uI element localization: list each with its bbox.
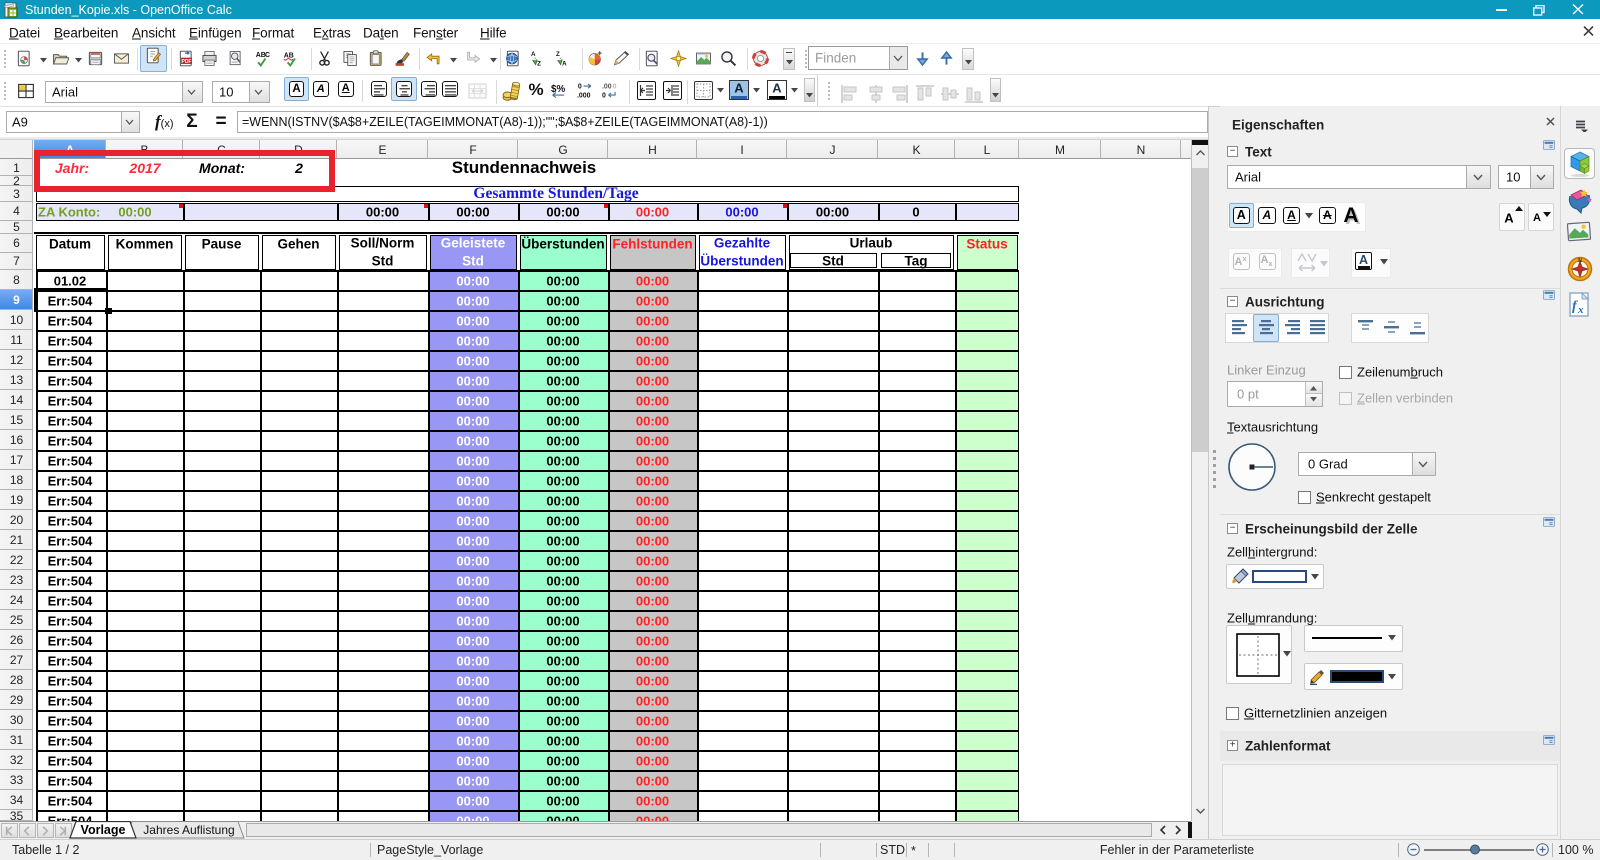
- svg-text:Z: Z: [556, 51, 560, 58]
- svg-text:C: C: [265, 52, 270, 59]
- svg-text:0: 0: [613, 84, 617, 91]
- svg-text:.000: .000: [577, 93, 591, 100]
- svg-text:0: 0: [602, 93, 606, 100]
- svg-text:A: A: [562, 60, 567, 67]
- svg-text:A: A: [531, 51, 536, 58]
- svg-text:N: N: [1578, 258, 1582, 264]
- svg-text:PDF: PDF: [181, 59, 191, 65]
- svg-text:$%: $%: [551, 84, 565, 95]
- svg-text:x: x: [1577, 304, 1584, 316]
- svg-text:.00: .00: [602, 84, 612, 91]
- svg-text:Z: Z: [537, 60, 541, 67]
- svg-text:0: 0: [578, 84, 582, 91]
